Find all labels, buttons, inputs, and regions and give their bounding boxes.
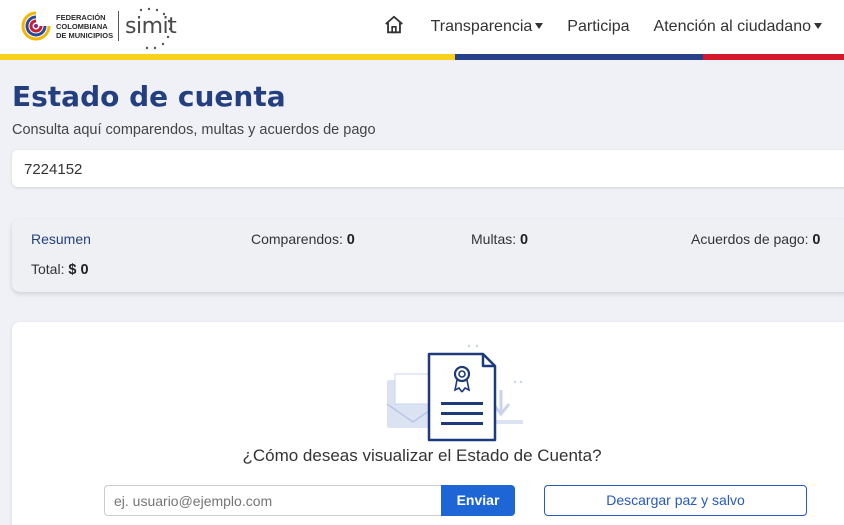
fcm-line-2: COLOMBIANA bbox=[56, 21, 108, 31]
acuerdos-value: 0 bbox=[812, 232, 821, 248]
send-button[interactable]: Enviar bbox=[441, 485, 515, 516]
total-label: Total: bbox=[31, 261, 65, 277]
fcm-line-3: DE MUNICIPIOS bbox=[56, 30, 114, 40]
page-title: Estado de cuenta bbox=[12, 80, 286, 113]
comparendos-value: 0 bbox=[346, 232, 355, 248]
comparendos-count: Comparendos: 0 bbox=[251, 231, 355, 248]
caret-down-icon bbox=[535, 23, 544, 29]
statement-panel: ¿Cómo deseas visualizar el Estado de Cue… bbox=[12, 322, 844, 525]
fcm-wordmark: FEDERACIÓN COLOMBIANA DE MUNICIPIOS bbox=[56, 13, 114, 40]
nav-participa[interactable]: Participa bbox=[567, 18, 629, 36]
document-search-input[interactable]: 7224152 bbox=[12, 150, 844, 187]
total-amount: Total: $ 0 bbox=[31, 261, 89, 278]
download-paz-y-salvo-button[interactable]: Descargar paz y salvo bbox=[544, 485, 807, 516]
visualization-question: ¿Cómo deseas visualizar el Estado de Cue… bbox=[242, 446, 602, 465]
stripe-blue bbox=[455, 54, 703, 60]
summary-label: Resumen bbox=[31, 231, 91, 247]
nav-atencion-label: Atención al ciudadano bbox=[653, 18, 811, 35]
acuerdos-count: Acuerdos de pago: 0 bbox=[691, 231, 821, 248]
logo[interactable]: FEDERACIÓN COLOMBIANA DE MUNICIPIOS simi… bbox=[20, 6, 177, 49]
stripe-red bbox=[703, 54, 844, 60]
multas-value: 0 bbox=[520, 232, 529, 248]
simit-wordmark: simit bbox=[125, 7, 177, 49]
nav-participa-label: Participa bbox=[567, 18, 630, 35]
fcm-line-1: FEDERACIÓN bbox=[56, 12, 106, 22]
multas-count: Multas: 0 bbox=[471, 231, 528, 248]
main-nav: Transparencia Participa Atención al ciud… bbox=[383, 0, 822, 54]
email-input[interactable] bbox=[104, 485, 442, 516]
page-subtitle: Consulta aquí comparendos, multas y acue… bbox=[12, 122, 376, 138]
simit-dots-icon bbox=[139, 7, 172, 49]
comparendos-label: Comparendos: bbox=[251, 231, 343, 247]
certificate-document-icon bbox=[386, 344, 523, 442]
nav-transparencia[interactable]: Transparencia bbox=[431, 18, 544, 36]
nav-transparencia-label: Transparencia bbox=[430, 18, 533, 35]
summary-card: Resumen Comparendos: 0 Multas: 0 Acuerdo… bbox=[12, 219, 844, 292]
fcm-emblem-icon bbox=[21, 11, 51, 41]
acuerdos-label: Acuerdos de pago: bbox=[691, 231, 809, 247]
caret-down-icon bbox=[814, 23, 822, 29]
stripe-yellow bbox=[0, 54, 455, 60]
multas-label: Multas: bbox=[471, 231, 517, 247]
total-value: $ 0 bbox=[68, 262, 89, 278]
header: FEDERACIÓN COLOMBIANA DE MUNICIPIOS simi… bbox=[0, 0, 844, 54]
nav-atencion-ciudadano[interactable]: Atención al ciudadano bbox=[654, 18, 822, 36]
home-icon[interactable] bbox=[383, 14, 405, 36]
